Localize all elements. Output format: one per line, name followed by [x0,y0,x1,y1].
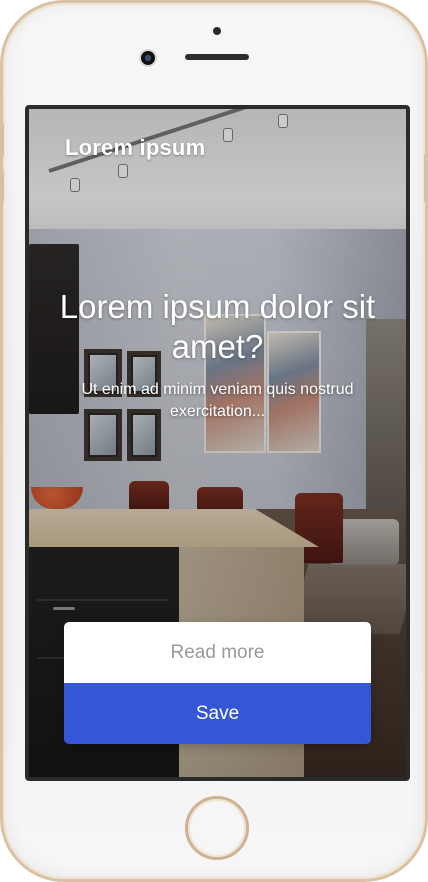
front-camera-icon [141,51,155,65]
app-screen: Lorem ipsum Lorem ipsum dolor sit amet? … [25,105,410,781]
earpiece-speaker [185,54,249,60]
save-button[interactable]: Save [64,683,371,744]
power-button [424,153,428,203]
action-button-group: Read more Save [64,622,371,744]
hero-subline: Ut enim ad minim veniam quis nostrud exe… [81,381,354,420]
app-brand-title: Lorem ipsum [65,135,206,160]
home-button[interactable] [185,796,249,860]
volume-down-button [0,169,4,203]
proximity-sensor [213,27,221,35]
hero-headline: Lorem ipsum dolor sit amet? [59,288,376,365]
volume-up-button [0,123,4,157]
phone-frame: Lorem ipsum Lorem ipsum dolor sit amet? … [0,0,428,882]
read-more-button[interactable]: Read more [64,622,371,683]
